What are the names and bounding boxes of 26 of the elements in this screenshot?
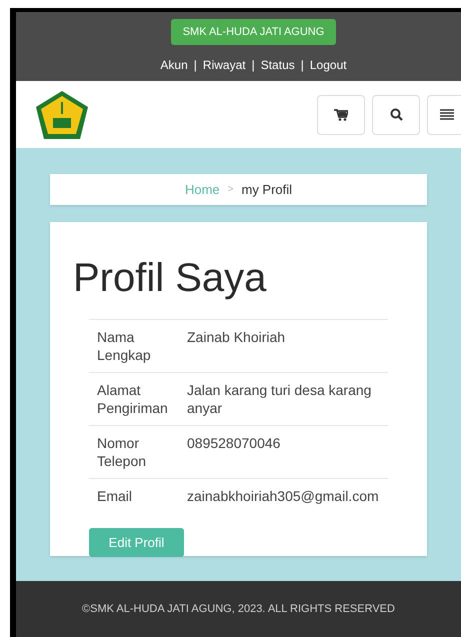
cart-button[interactable]: [317, 94, 365, 134]
breadcrumb-divider: >: [228, 183, 234, 197]
link-separator: |: [194, 57, 197, 74]
search-button[interactable]: [372, 94, 420, 134]
field-value: zainabkhoiriah305@gmail.com: [187, 487, 380, 506]
breadcrumb-current: my Profil: [241, 180, 292, 199]
menu-icon: [440, 109, 454, 120]
school-logo-icon: [35, 90, 89, 140]
menu-button[interactable]: [427, 94, 461, 134]
link-separator: |: [300, 57, 304, 74]
field-value: Zainab Khoiriah: [187, 328, 286, 347]
footer-copyright: ©SMK AL-HUDA JATI AGUNG, 2023. ALL RIGHTS RESERVED: [82, 602, 395, 617]
cart-icon: [334, 108, 348, 120]
account-menu-link[interactable]: Akun: [160, 56, 188, 74]
account-menu-link[interactable]: Riwayat: [202, 56, 246, 74]
field-label: Email: [96, 487, 134, 506]
field-value: 089528070046: [187, 434, 282, 453]
field-label: Nomor Telepon: [96, 434, 148, 470]
field-value: Jalan karang turi desa karang anyar: [187, 381, 372, 417]
account-menu-link[interactable]: Logout: [310, 56, 347, 74]
field-label: Nama Lengkap: [96, 328, 152, 364]
account-menu-link[interactable]: Status: [260, 56, 295, 74]
link-separator: |: [252, 57, 255, 74]
field-label: Alamat Pengiriman: [96, 381, 169, 417]
profile-title: Profil Saya: [73, 255, 268, 302]
search-icon: [390, 108, 402, 121]
